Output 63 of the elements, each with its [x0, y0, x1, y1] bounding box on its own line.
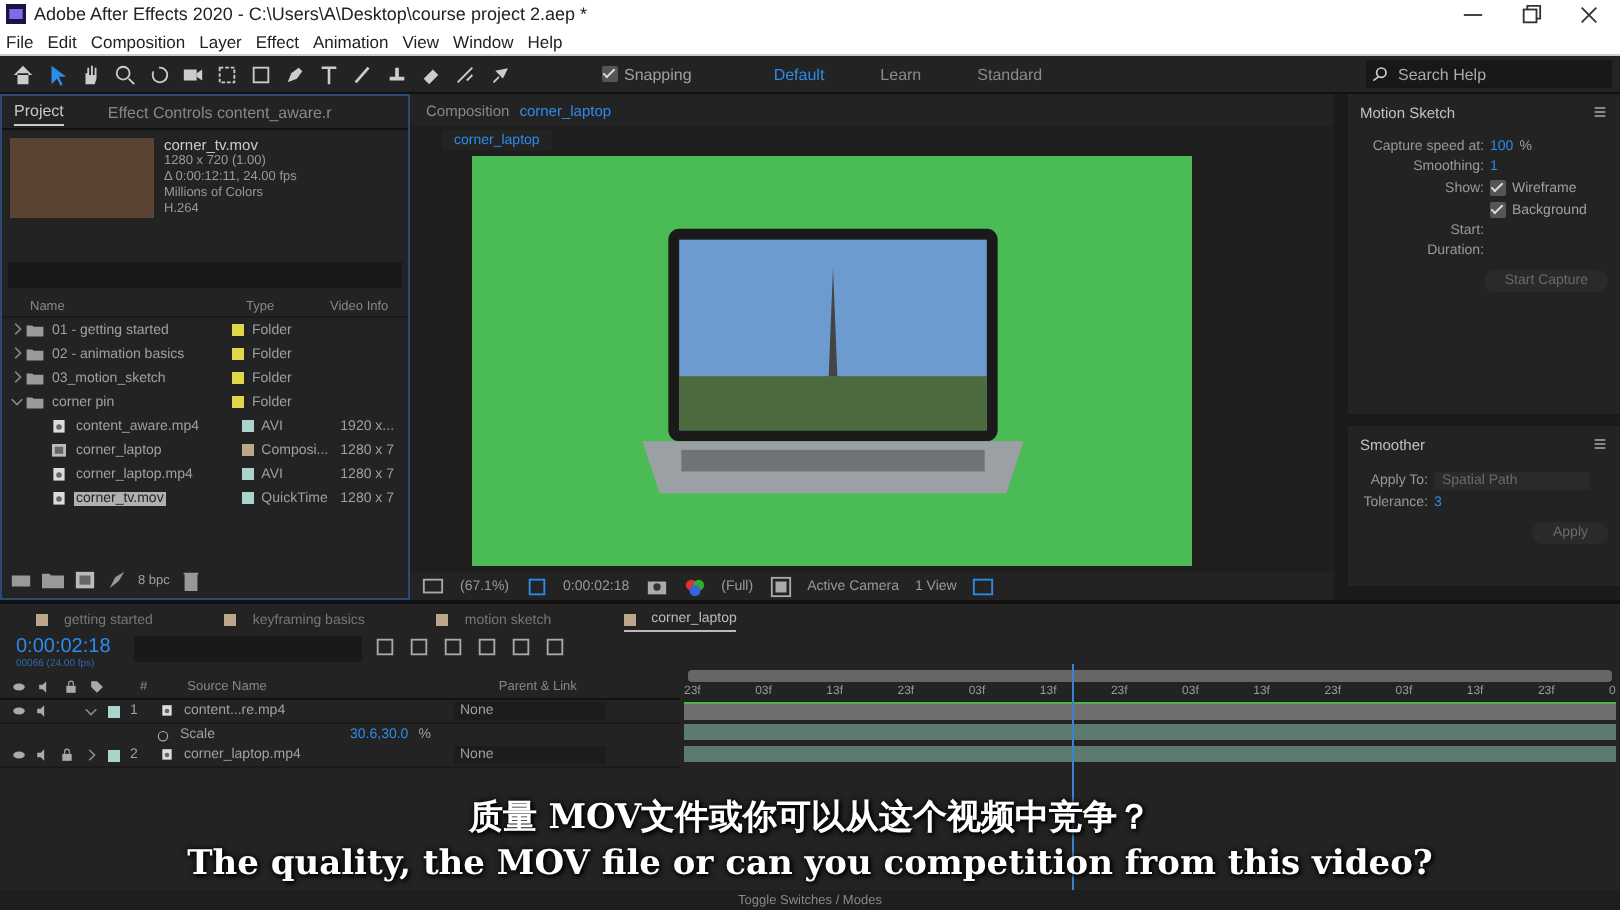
- monitor-icon[interactable]: [422, 575, 444, 597]
- transparency-icon[interactable]: [769, 575, 792, 597]
- file-icon: [50, 491, 68, 505]
- file-icon: [50, 467, 68, 481]
- stamp-icon[interactable]: [386, 63, 408, 85]
- speaker-icon[interactable]: [36, 748, 50, 762]
- rotate-icon[interactable]: [148, 63, 170, 85]
- workspace-tab[interactable]: Default: [773, 65, 825, 83]
- menu-item[interactable]: Composition: [90, 31, 186, 51]
- search-icon: [1372, 66, 1388, 82]
- eye-icon[interactable]: [12, 748, 26, 762]
- timecode[interactable]: 0:00:02:18: [16, 636, 111, 658]
- menu-item[interactable]: File: [6, 31, 34, 51]
- new-composition-icon[interactable]: [74, 570, 96, 592]
- checkbox[interactable]: [1490, 202, 1506, 218]
- checkbox[interactable]: [1490, 180, 1506, 196]
- label-swatch: [108, 749, 120, 761]
- rectangle-icon[interactable]: [250, 63, 272, 85]
- workspace-tab[interactable]: Standard: [977, 65, 1043, 83]
- snapping-checkbox[interactable]: [602, 66, 618, 82]
- workspace-tab[interactable]: Learn: [880, 65, 922, 83]
- text-icon[interactable]: [318, 63, 340, 85]
- menu-item[interactable]: Animation: [312, 31, 389, 51]
- region-icon[interactable]: [525, 575, 548, 597]
- file-icon: [50, 419, 68, 433]
- app-icon: [6, 4, 26, 24]
- menu-item[interactable]: Layer: [199, 31, 242, 51]
- photo-placeholder: [10, 138, 154, 218]
- expand-icon[interactable]: [84, 704, 98, 718]
- folder-icon[interactable]: [42, 570, 64, 592]
- close-icon[interactable]: [1578, 3, 1600, 25]
- search-field[interactable]: Search Help: [1366, 60, 1612, 88]
- composition-icon: [50, 443, 68, 457]
- file-icon: [160, 704, 174, 718]
- stopwatch-icon[interactable]: [156, 727, 170, 741]
- snapping-label: Snapping: [624, 65, 692, 83]
- color-channels-icon[interactable]: [683, 575, 706, 597]
- lock-icon[interactable]: [60, 748, 74, 762]
- menu-item[interactable]: Window: [453, 31, 514, 51]
- pen-icon[interactable]: [284, 63, 306, 85]
- hand-icon[interactable]: [80, 63, 102, 85]
- home-icon[interactable]: [12, 63, 34, 85]
- restore-icon[interactable]: [1520, 3, 1542, 25]
- expand-icon[interactable]: [8, 393, 26, 407]
- menu-icon[interactable]: [1592, 436, 1608, 452]
- menu-item[interactable]: Effect: [255, 31, 299, 51]
- brush-icon[interactable]: [352, 63, 374, 85]
- menu-item[interactable]: Help: [527, 31, 563, 51]
- panel-tab[interactable]: Effect Controls content_aware.r: [107, 99, 332, 125]
- lock-icon[interactable]: [64, 680, 78, 694]
- pointer-icon[interactable]: [46, 63, 68, 85]
- expand-icon[interactable]: [84, 748, 98, 762]
- zoom-icon[interactable]: [114, 63, 136, 85]
- trash-icon[interactable]: [179, 570, 202, 592]
- label-swatch: [108, 705, 120, 717]
- tag-icon[interactable]: [90, 680, 104, 694]
- window-title: Adobe After Effects 2020 - C:\Users\A\Desktop\course project 2.aep *: [34, 4, 589, 24]
- menu-item[interactable]: View: [402, 31, 440, 51]
- panel-tab[interactable]: Project: [14, 98, 64, 126]
- menu-item[interactable]: Edit: [47, 31, 77, 51]
- layer-bar[interactable]: [684, 701, 1616, 719]
- file-icon: [160, 748, 174, 762]
- menu-icon[interactable]: [1592, 104, 1608, 120]
